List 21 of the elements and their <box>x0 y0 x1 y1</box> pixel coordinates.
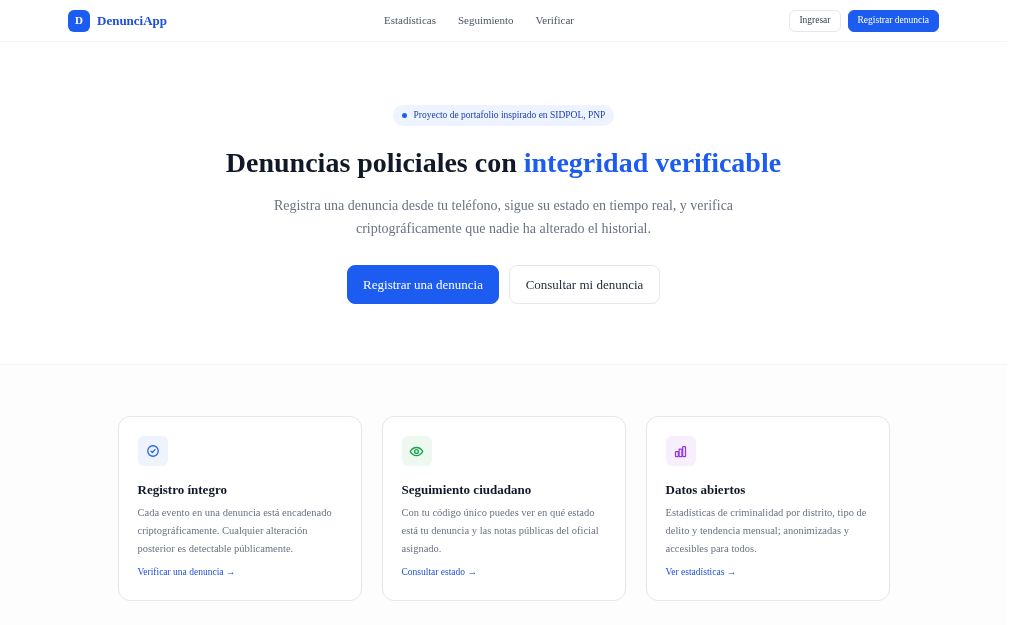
brand-name: DenunciApp <box>97 11 168 30</box>
feature-title: Registro íntegro <box>137 481 228 499</box>
nav-link[interactable]: Verificar <box>535 12 575 29</box>
register-complaint-button[interactable]: Registrar una denuncia <box>347 265 499 304</box>
register-button[interactable]: Registrar denuncia <box>847 9 939 32</box>
check-complaint-button[interactable]: Consultar mi denuncia <box>509 265 660 304</box>
feature-link[interactable]: Verificar una denuncia → <box>137 565 236 580</box>
feature-description: Cada evento en una denuncia está encadenado criptográficamente. Cualquier alteración posterior es detectable públicamente. <box>137 506 333 556</box>
feature-link[interactable]: Ver estadísticas → <box>665 565 737 580</box>
nav-link[interactable]: Seguimiento <box>457 12 514 29</box>
feature-title: Seguimiento ciudadano <box>401 481 533 499</box>
logo-icon: D <box>68 9 90 32</box>
hero-title: Denuncias policiales con integridad verificable <box>225 146 782 180</box>
login-button[interactable]: Ingresar <box>789 9 841 32</box>
nav-link[interactable]: Estadísticas <box>384 12 436 29</box>
hero-description: Registra una denuncia desde tu teléfono, sigue su estado en tiempo real, y verifica criptográficamente que nadie ha alterado el historial. <box>272 197 735 238</box>
badge-text: Proyecto de portafolio inspirado en SIDPOL, PNP <box>413 109 606 123</box>
feature-description: Con tu código único puedes ver en qué estado está tu denuncia y las notas públicas del oficial asignado. <box>401 506 600 556</box>
feature-title: Datos abiertos <box>665 481 747 499</box>
feature-link[interactable]: Consultar estado → <box>401 565 477 580</box>
feature-description: Estadísticas de criminalidad por distrito, tipo de delito y tendencia mensual; anonimizadas y accesibles para todos. <box>665 506 868 556</box>
